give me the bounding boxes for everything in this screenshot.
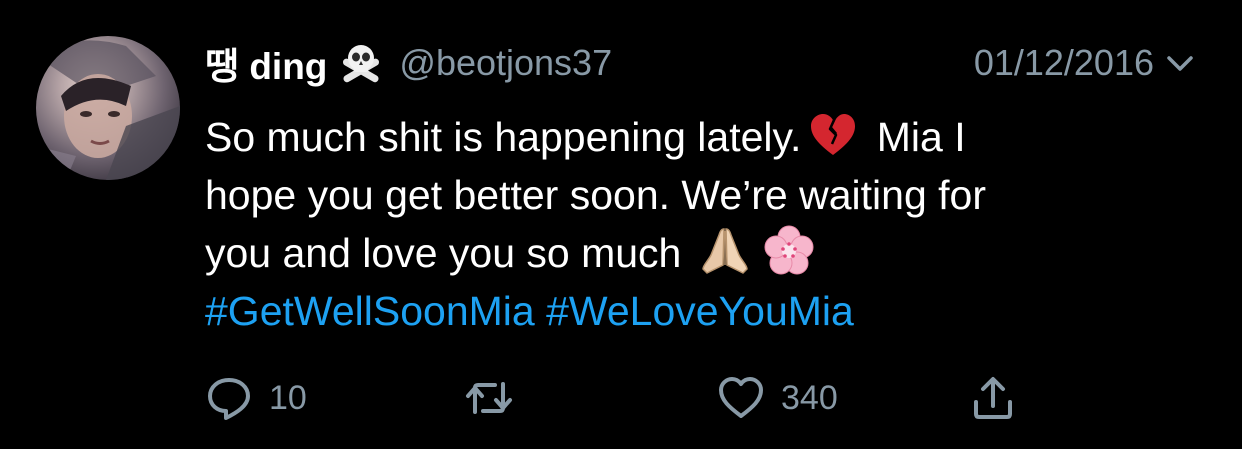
tweet-text-segment: Mia I [876,114,966,160]
cherry-blossom-icon [763,225,815,277]
tweet-text: So much shit is happening lately. Mia I … [205,108,1205,340]
share-icon [974,377,1012,419]
display-name[interactable]: 땡 ding [205,36,327,90]
tweet-meta: 01/12/2016 [974,38,1196,88]
reply-count: 10 [269,378,307,417]
reply-icon [208,378,250,420]
folded-hands-icon [699,225,751,277]
retweet-button[interactable] [465,370,529,426]
share-button[interactable] [969,370,1017,426]
user-handle[interactable]: @beotjons37 [399,42,612,84]
skull-and-crossbones-icon [339,41,383,85]
tweet-text-segment: you and love you so much [205,230,682,276]
hashtag-link[interactable]: #WeLoveYouMia [546,288,854,334]
hashtag-link[interactable]: #GetWellSoonMia [205,288,535,334]
reply-button[interactable]: 10 [205,370,307,426]
broken-heart-icon [807,109,859,161]
heart-icon [719,377,763,418]
chevron-down-icon[interactable] [1164,47,1196,79]
tweet-header: 땡 ding @beotjons37 [205,38,612,88]
retweet-icon [466,382,512,414]
tweet-line: So much shit is happening lately. Mia I [205,108,1205,166]
avatar-photo [36,40,180,180]
tweet-text-segment: So much shit is happening lately. [205,114,802,160]
like-count: 340 [781,378,838,417]
tweet-actions: 10 340 [205,370,1045,426]
tweet-line: you and love you so much [205,224,1205,282]
like-button[interactable]: 340 [717,370,838,426]
tweet-card[interactable]: 땡 ding @beotjons37 01/12/2016 So much sh… [0,0,1242,449]
tweet-hashtags: #GetWellSoonMia #WeLoveYouMia [205,282,1205,340]
tweet-date[interactable]: 01/12/2016 [974,42,1154,84]
tweet-text-segment: hope you get better soon. We’re waiting … [205,172,986,218]
tweet-line: hope you get better soon. We’re waiting … [205,166,1205,224]
avatar[interactable] [36,36,180,180]
